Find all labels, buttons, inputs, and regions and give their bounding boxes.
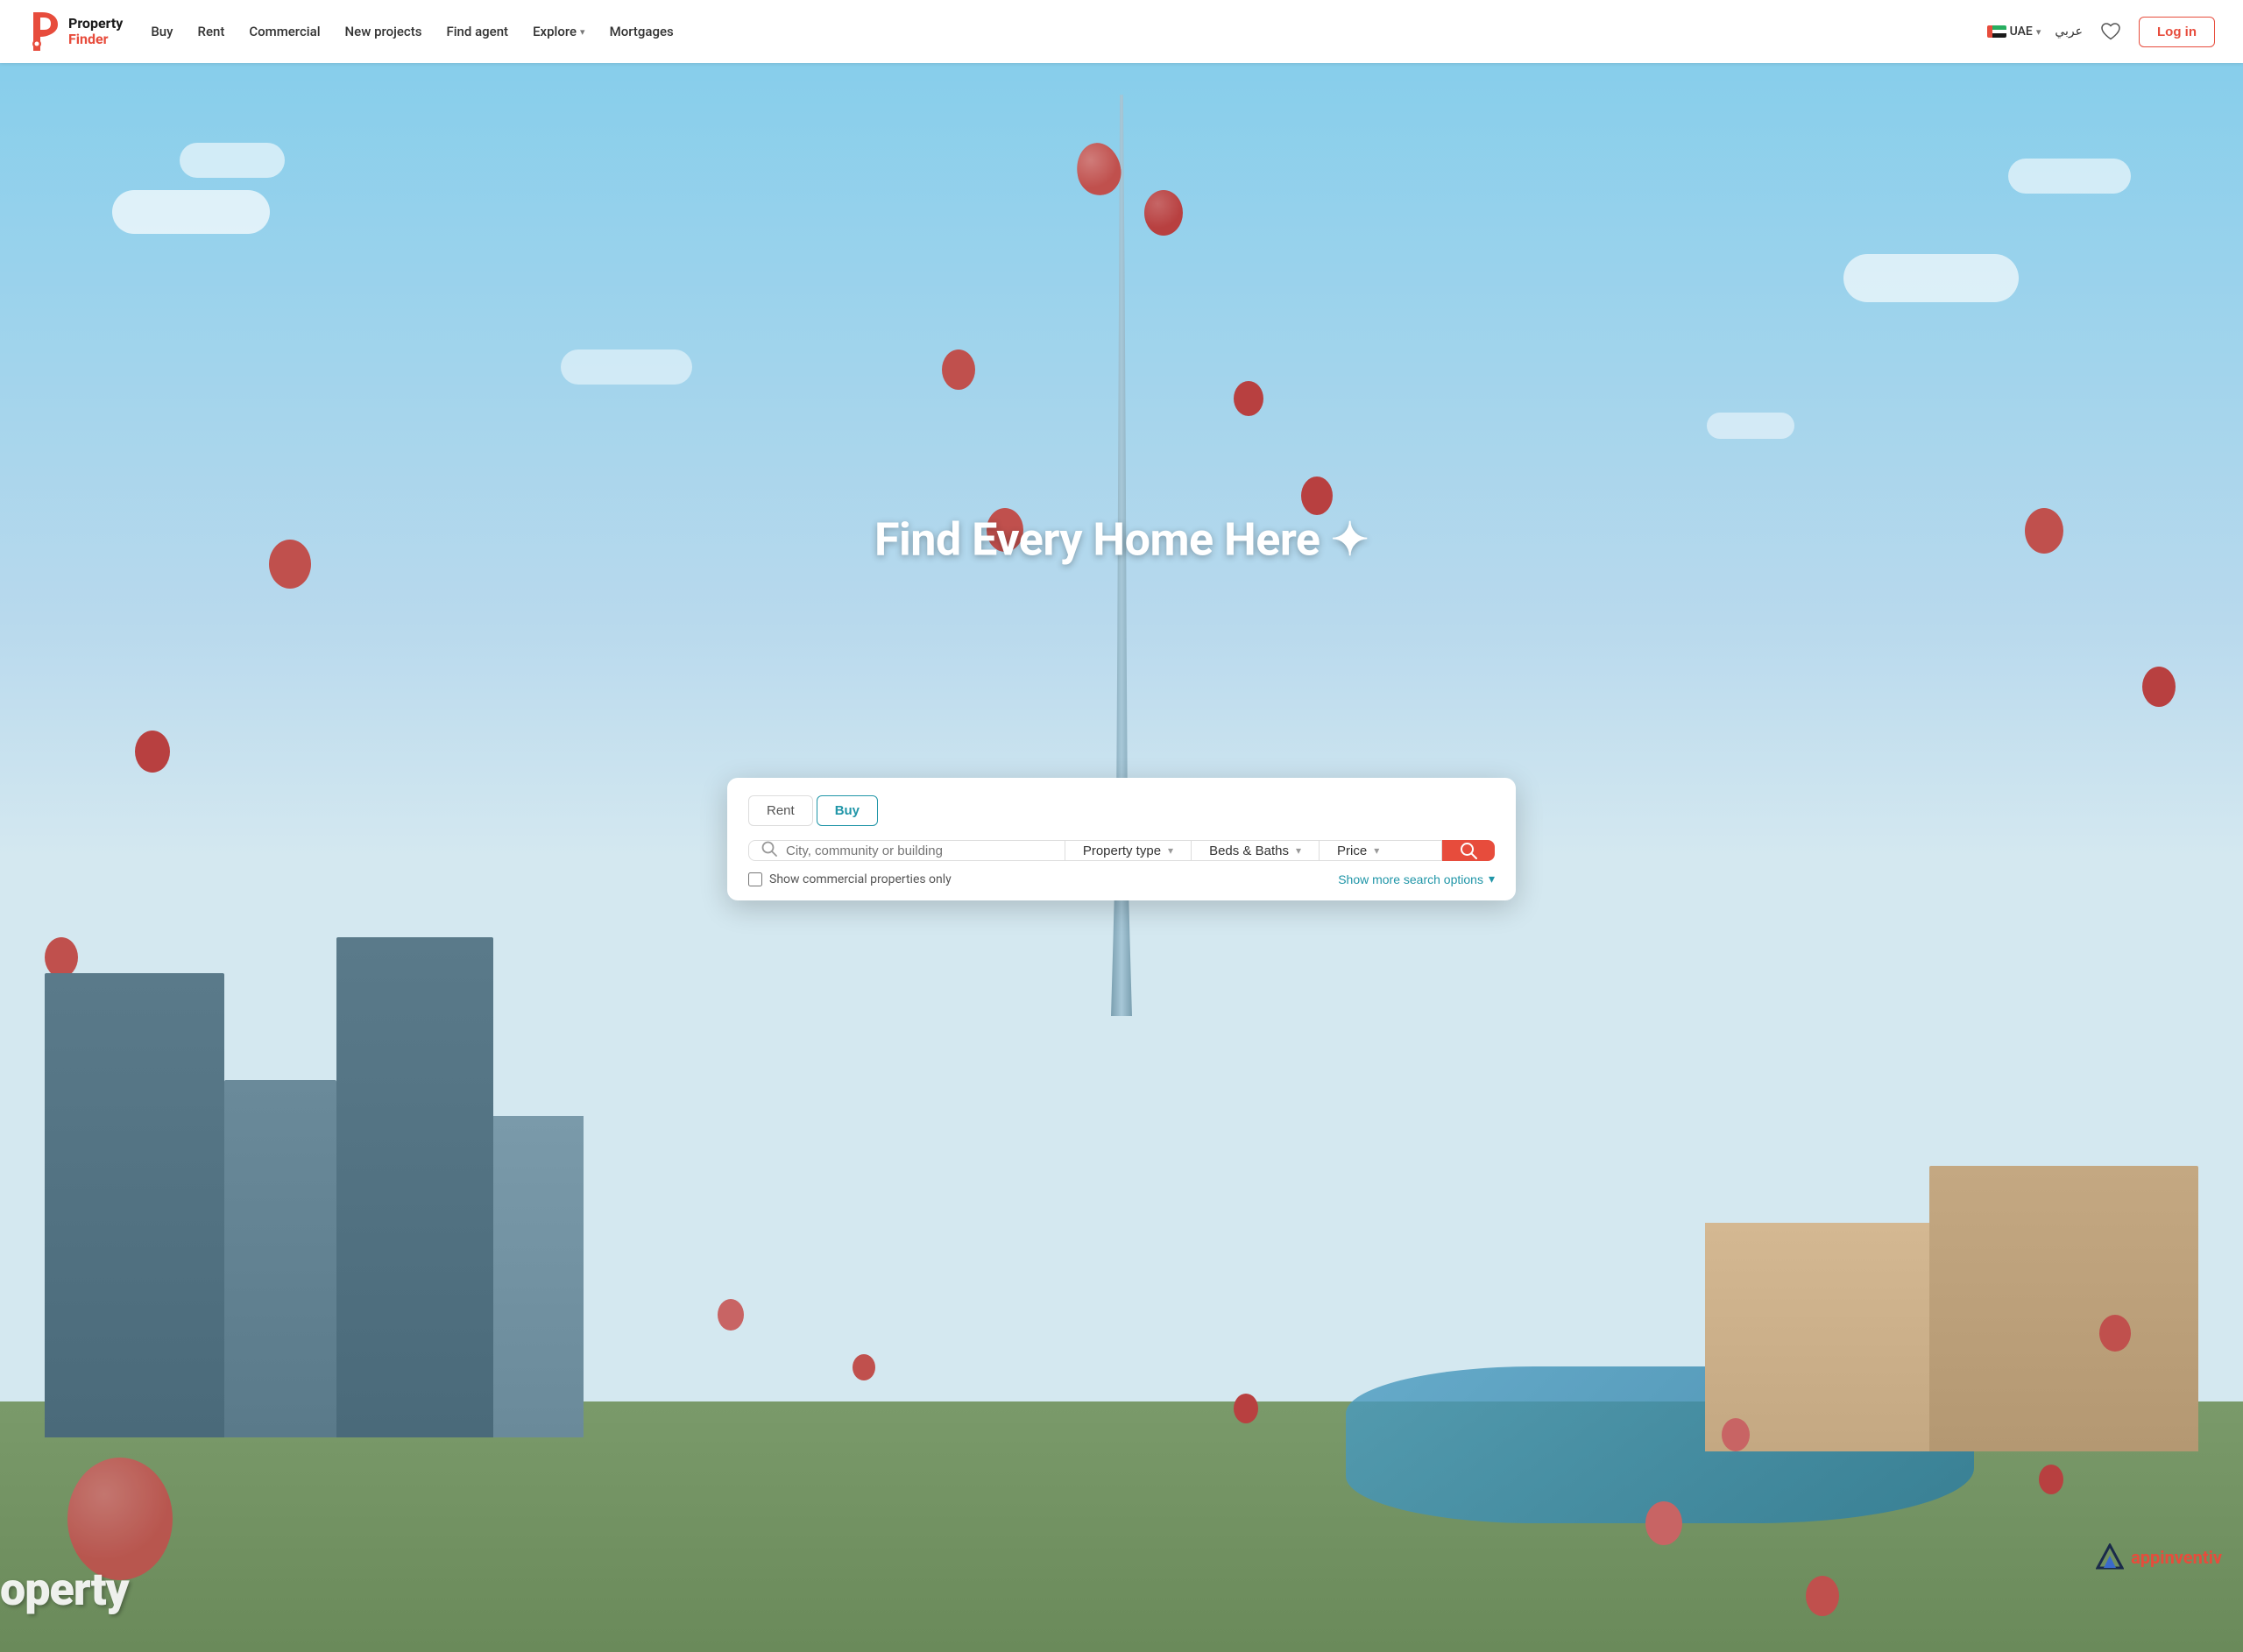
- search-icon: [761, 841, 777, 860]
- building-mall-1: [1929, 1166, 2198, 1452]
- balloon-right-1: [2025, 508, 2063, 554]
- cloud-4: [2008, 159, 2131, 194]
- flag-icon: [1987, 25, 2006, 38]
- balloon-mid-right: [1234, 381, 1263, 416]
- property-type-chevron-icon: ▾: [1168, 844, 1173, 857]
- tab-buy[interactable]: Buy: [817, 795, 878, 826]
- chevron-down-icon: ▾: [580, 26, 585, 38]
- price-dropdown[interactable]: Price ▾: [1320, 840, 1442, 861]
- logo-finder: Finder: [68, 32, 123, 47]
- balloon-left-2: [135, 731, 170, 773]
- property-type-dropdown[interactable]: Property type ▾: [1065, 840, 1192, 861]
- cityscape: operty: [0, 937, 2243, 1652]
- balloon-top-right: [1144, 190, 1183, 236]
- balloon-city-5: [2099, 1315, 2131, 1352]
- logo[interactable]: Property Finder: [28, 12, 123, 51]
- commercial-checkbox[interactable]: [748, 872, 762, 886]
- balloon-city-2: [853, 1354, 875, 1380]
- login-button[interactable]: Log in: [2139, 17, 2215, 47]
- search-button[interactable]: [1442, 840, 1495, 861]
- header-right: UAE ▾ عربي Log in: [1987, 17, 2215, 47]
- building-1: [45, 973, 224, 1438]
- nav-find-agent[interactable]: Find agent: [446, 24, 508, 39]
- logo-property: Property: [68, 16, 123, 32]
- search-footer: Show commercial properties only Show mor…: [748, 872, 1495, 886]
- header-left: Property Finder Buy Rent Commercial New …: [28, 12, 674, 51]
- show-more-chevron-icon: ▾: [1489, 872, 1495, 886]
- cloud-6: [1707, 413, 1794, 439]
- balloon-lower-right: [1301, 477, 1333, 515]
- cloud-1: [112, 190, 270, 234]
- appinventiv-logo-icon: [2096, 1543, 2124, 1571]
- building-2: [224, 1080, 336, 1437]
- arabic-link[interactable]: عربي: [2055, 25, 2083, 39]
- country-chevron-icon: ▾: [2036, 26, 2041, 38]
- beds-baths-dropdown[interactable]: Beds & Baths ▾: [1192, 840, 1320, 861]
- search-row: Property type ▾ Beds & Baths ▾ Price ▾: [748, 840, 1495, 861]
- header: Property Finder Buy Rent Commercial New …: [0, 0, 2243, 63]
- wishlist-icon[interactable]: [2097, 18, 2125, 46]
- location-search-input[interactable]: [786, 844, 1052, 858]
- balloon-city-4: [1722, 1418, 1750, 1451]
- nav-new-projects[interactable]: New projects: [345, 24, 422, 39]
- main-nav: Buy Rent Commercial New projects Find ag…: [151, 24, 673, 39]
- search-input-wrap: [748, 840, 1065, 861]
- cloud-2: [180, 143, 285, 178]
- balloon-city-7: [1645, 1501, 1682, 1545]
- nav-mortgages[interactable]: Mortgages: [610, 24, 674, 39]
- building-3: [336, 937, 493, 1437]
- cloud-3: [1843, 254, 2019, 302]
- country-label: UAE: [2010, 25, 2033, 39]
- price-chevron-icon: ▾: [1374, 844, 1379, 857]
- cloud-5: [561, 349, 692, 385]
- nav-commercial[interactable]: Commercial: [249, 24, 320, 39]
- logo-text: Property Finder: [68, 16, 123, 46]
- brand-watermark: operty: [0, 1563, 129, 1616]
- building-4: [493, 1116, 583, 1437]
- balloon-city-1: [718, 1299, 744, 1331]
- balloon-left-1: [269, 540, 311, 589]
- appinventiv-text: appinventiv: [2131, 1547, 2222, 1568]
- beds-baths-chevron-icon: ▾: [1296, 844, 1301, 857]
- hero-section: Find Every Home Here ✦ operty: [0, 63, 2243, 1652]
- nav-explore[interactable]: Explore ▾: [533, 24, 585, 39]
- logo-icon: [28, 12, 61, 51]
- tab-rent[interactable]: Rent: [748, 795, 813, 826]
- building-mall-2: [1705, 1223, 1929, 1451]
- nav-buy[interactable]: Buy: [151, 24, 173, 39]
- search-container: Rent Buy Property type ▾: [727, 778, 1516, 900]
- commercial-checkbox-label[interactable]: Show commercial properties only: [748, 872, 952, 886]
- show-more-options-button[interactable]: Show more search options ▾: [1338, 872, 1495, 886]
- hero-headline: Find Every Home Here ✦: [874, 513, 1369, 567]
- search-button-icon: [1460, 842, 1477, 859]
- balloon-city-3: [1234, 1394, 1258, 1423]
- search-tabs: Rent Buy: [748, 795, 1495, 826]
- country-selector[interactable]: UAE ▾: [1987, 25, 2041, 39]
- nav-rent[interactable]: Rent: [198, 24, 225, 39]
- balloon-mid-left: [942, 349, 975, 390]
- appinventiv-branding: appinventiv: [2096, 1543, 2222, 1571]
